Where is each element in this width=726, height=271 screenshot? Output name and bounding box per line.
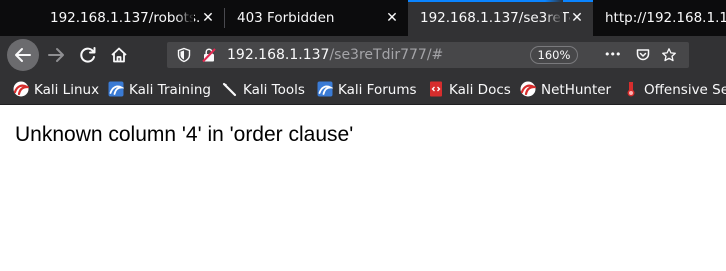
tab-robots[interactable]: 192.168.1.137/robots.txt ✕ <box>38 0 224 36</box>
bookmark-label: Kali Tools <box>243 82 305 98</box>
bookmark-kali-docs[interactable]: Kali Docs <box>428 75 511 104</box>
tab-title: 403 Forbidden <box>237 10 335 26</box>
navigation-toolbar: 192.168.1.137/se3reTdir777/# 160% ••• <box>0 36 726 75</box>
bookmark-kali-forums[interactable]: Kali Forums <box>317 75 417 104</box>
back-button[interactable] <box>7 39 39 71</box>
reload-icon <box>80 47 96 63</box>
page-actions-button[interactable]: ••• <box>604 42 621 68</box>
close-icon[interactable]: ✕ <box>384 0 400 36</box>
bookmark-label: Kali Docs <box>449 82 511 98</box>
bookmarks-toolbar: Kali Linux Kali Training Kali Tools Kali… <box>0 75 726 105</box>
bookmark-label: Offensive Security <box>644 82 726 98</box>
tab-403-forbidden[interactable]: 403 Forbidden ✕ <box>225 0 408 36</box>
tab-se3retdir777[interactable]: 192.168.1.137/se3reTdir777/# ✕ <box>408 0 593 36</box>
bookmark-label: Kali Forums <box>338 82 417 98</box>
url-host: 192.168.1.137 <box>227 47 330 63</box>
nethunter-icon <box>520 81 536 97</box>
bookmark-kali-linux[interactable]: Kali Linux <box>13 75 100 104</box>
close-icon[interactable]: ✕ <box>200 0 216 36</box>
forward-arrow-icon <box>48 48 64 62</box>
bookmark-kali-tools[interactable]: Kali Tools <box>222 75 305 104</box>
kali-forums-icon <box>317 81 333 97</box>
tab-http-root[interactable]: http://192.168.1.137/ <box>593 0 726 36</box>
page-content: Unknown column '4' in 'order clause' <box>0 105 726 271</box>
bookmark-star-icon[interactable] <box>661 47 677 63</box>
url-text[interactable]: 192.168.1.137/se3reTdir777/# <box>227 42 443 68</box>
tab-strip: 192.168.1.137/robots.txt ✕ 403 Forbidden… <box>0 0 726 36</box>
home-button[interactable] <box>104 40 134 70</box>
shield-icon[interactable] <box>176 47 192 63</box>
kali-docs-icon <box>430 81 442 97</box>
close-icon[interactable]: ✕ <box>569 0 585 36</box>
reload-button[interactable] <box>73 40 103 70</box>
bookmark-label: Kali Training <box>129 82 211 98</box>
offensive-security-icon <box>627 82 635 97</box>
bookmark-nethunter[interactable]: NetHunter <box>520 75 612 104</box>
pocket-icon[interactable] <box>635 47 651 63</box>
tab-title: http://192.168.1.137/ <box>605 10 726 26</box>
url-bar[interactable]: 192.168.1.137/se3reTdir777/# 160% ••• <box>167 42 689 68</box>
kali-training-icon <box>108 81 124 97</box>
kali-dragon-icon <box>13 81 29 97</box>
back-arrow-icon <box>15 48 31 62</box>
home-icon <box>111 47 127 63</box>
bookmark-offensive-security[interactable]: Offensive Security <box>623 75 726 104</box>
url-path: /se3reTdir777/# <box>329 47 444 63</box>
insecure-lock-icon[interactable] <box>201 47 217 63</box>
bookmark-label: NetHunter <box>541 82 612 98</box>
kali-tools-icon <box>222 82 237 97</box>
bookmark-kali-training[interactable]: Kali Training <box>108 75 211 104</box>
zoom-level-badge[interactable]: 160% <box>530 46 578 64</box>
forward-button[interactable] <box>41 40 71 70</box>
bookmark-label: Kali Linux <box>34 82 100 98</box>
sql-error-message: Unknown column '4' in 'order clause' <box>15 123 354 146</box>
